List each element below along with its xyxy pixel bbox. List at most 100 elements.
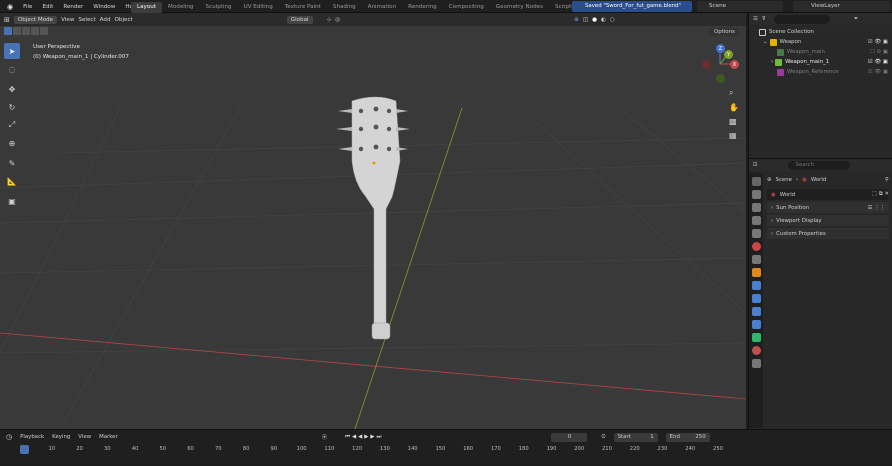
- tree-item-weapon-main-1[interactable]: › Weapon_main_1 ☑ 👁 ▣: [749, 57, 892, 67]
- gizmo-neg-x-icon[interactable]: [702, 60, 711, 69]
- viewport-header: ⊞ Object Mode View Select Add Object Glo…: [0, 13, 746, 26]
- shading-material-icon[interactable]: ◐: [601, 17, 606, 23]
- view-layer-tab-icon[interactable]: [751, 216, 761, 225]
- properties-editor-icon[interactable]: ⊡: [753, 162, 758, 168]
- ortho-grid-icon[interactable]: ▦: [729, 131, 739, 140]
- options-button[interactable]: Options: [710, 28, 739, 36]
- select-intersect-icon[interactable]: [40, 27, 48, 35]
- select-extend-icon[interactable]: [13, 27, 21, 35]
- weapon-mace-model: [336, 96, 410, 340]
- snap-icon[interactable]: ⊹: [327, 17, 332, 23]
- world-tab-icon[interactable]: [751, 242, 761, 251]
- shading-solid-icon[interactable]: ●: [592, 17, 597, 23]
- zoom-icon[interactable]: ⌕: [729, 88, 739, 98]
- menu-window[interactable]: Window: [88, 4, 120, 10]
- tab-layout[interactable]: Layout: [131, 2, 163, 13]
- panel-sun-position[interactable]: › Sun Position ☰ ⋮⋮: [767, 202, 889, 213]
- object-tab-icon[interactable]: [751, 268, 761, 277]
- timeline-ruler[interactable]: 0102030405060708090100110120130140150160…: [0, 430, 746, 466]
- x-axis-line: [0, 332, 746, 400]
- menu-render[interactable]: Render: [58, 4, 88, 10]
- scale-tool-icon[interactable]: ⤢: [4, 117, 20, 133]
- gizmo-x-axis-icon[interactable]: X: [730, 60, 739, 69]
- tab-animation[interactable]: Animation: [362, 2, 403, 13]
- render-tab-icon[interactable]: [751, 190, 761, 199]
- select-subtract-icon[interactable]: [22, 27, 30, 35]
- timeline-tick-label: 230: [657, 446, 668, 452]
- properties-header: ⊡ Search: [749, 159, 892, 171]
- camera-view-icon[interactable]: ▩: [729, 117, 739, 126]
- navigation-gizmo[interactable]: Z X Y: [700, 42, 742, 86]
- properties-search-input[interactable]: Search: [787, 160, 850, 170]
- scene-tab-icon[interactable]: [751, 229, 761, 238]
- gizmo-neg-y-icon[interactable]: [716, 74, 725, 83]
- tab-geometry-nodes[interactable]: Geometry Nodes: [490, 2, 549, 13]
- tab-sculpting[interactable]: Sculpting: [199, 2, 237, 13]
- blender-logo-icon[interactable]: ◉: [2, 3, 18, 11]
- menu-add[interactable]: Add: [100, 17, 111, 23]
- world-selector[interactable]: ◉ World ⬚ ⧉ ✕: [767, 189, 889, 200]
- properties-panel: ⊡ Search ⊛ Scene › ◉ World ⚲ ◉ World ⬚ ⧉: [748, 158, 892, 429]
- mesh-icon: [775, 58, 783, 66]
- collection-icon: [769, 38, 777, 46]
- menu-file[interactable]: File: [18, 4, 37, 10]
- tree-item-weapon-collection[interactable]: ⌄ Weapon ☑ 👁 ▣: [749, 37, 892, 47]
- tree-item-weapon-reference[interactable]: Weapon_Reference ☑ 👁 ▣: [749, 67, 892, 77]
- menu-view[interactable]: View: [61, 17, 74, 23]
- tab-shading[interactable]: Shading: [327, 2, 362, 13]
- tree-item-scene-collection[interactable]: Scene Collection: [749, 27, 892, 37]
- 3d-viewport[interactable]: [0, 13, 746, 429]
- mode-selector[interactable]: Object Mode: [13, 15, 58, 24]
- data-tab-icon[interactable]: [751, 333, 761, 342]
- move-tool-icon[interactable]: ✥: [4, 81, 20, 97]
- collection-tab-icon[interactable]: [751, 255, 761, 264]
- texture-tab-icon[interactable]: [751, 359, 761, 368]
- physics-tab-icon[interactable]: [751, 307, 761, 316]
- pin-icon[interactable]: ⚲: [885, 177, 889, 183]
- outliner-filter-icon[interactable]: ⏷: [854, 16, 858, 23]
- measure-tool-icon[interactable]: 📐: [4, 173, 20, 189]
- add-cube-tool-icon[interactable]: ▣: [4, 193, 20, 209]
- tool-tab-icon[interactable]: [751, 177, 761, 186]
- select-invert-icon[interactable]: [31, 27, 39, 35]
- panel-custom-properties[interactable]: › Custom Properties: [767, 228, 889, 239]
- pan-hand-icon[interactable]: ✋: [729, 103, 739, 112]
- menu-object[interactable]: Object: [115, 17, 133, 23]
- modifier-tab-icon[interactable]: [751, 281, 761, 290]
- menu-edit[interactable]: Edit: [37, 4, 58, 10]
- timeline-tick-label: 20: [76, 446, 83, 452]
- xray-icon[interactable]: ◫: [583, 17, 588, 23]
- timeline-tick-label: 110: [324, 446, 335, 452]
- tab-compositing[interactable]: Compositing: [443, 2, 490, 13]
- tab-rendering[interactable]: Rendering: [402, 2, 443, 13]
- select-tool-icon[interactable]: ➤: [4, 43, 20, 59]
- annotate-tool-icon[interactable]: ✎: [4, 155, 20, 171]
- tab-uv-editing[interactable]: UV Editing: [238, 2, 279, 13]
- scene-selector[interactable]: Scene: [697, 1, 783, 12]
- playhead[interactable]: [20, 445, 29, 454]
- transform-orientation-selector[interactable]: Global: [286, 15, 313, 24]
- tree-item-weapon-main[interactable]: Weapon_main ☐ ⊘ ▣: [749, 47, 892, 57]
- rotate-tool-icon[interactable]: ↻: [4, 99, 20, 115]
- material-tab-icon[interactable]: [751, 346, 761, 355]
- tab-texture-paint[interactable]: Texture Paint: [279, 2, 327, 13]
- transform-tool-icon[interactable]: ⊕: [4, 135, 20, 151]
- constraints-tab-icon[interactable]: [751, 320, 761, 329]
- menu-select[interactable]: Select: [78, 17, 95, 23]
- filter-icon[interactable]: ⊽: [762, 16, 766, 22]
- outliner-search-input[interactable]: [773, 14, 830, 24]
- tab-modeling[interactable]: Modeling: [162, 2, 199, 13]
- overlay-icon[interactable]: ⊕: [574, 17, 579, 23]
- panel-viewport-display[interactable]: › Viewport Display: [767, 215, 889, 226]
- gizmo-y-axis-icon[interactable]: Y: [724, 50, 733, 59]
- outliner-editor-icon[interactable]: ☰: [753, 16, 758, 22]
- cursor-tool-icon[interactable]: ◌: [4, 61, 20, 77]
- view-layer-selector[interactable]: ViewLayer: [793, 1, 890, 12]
- editor-type-icon[interactable]: ⊞: [4, 16, 10, 24]
- fake-user-icon[interactable]: ⬚ ⧉ ✕: [872, 191, 889, 198]
- select-box-icon[interactable]: [4, 27, 12, 35]
- output-tab-icon[interactable]: [751, 203, 761, 212]
- proportional-edit-icon[interactable]: ◎: [335, 17, 340, 23]
- shading-rendered-icon[interactable]: ○: [610, 17, 615, 23]
- particles-tab-icon[interactable]: [751, 294, 761, 303]
